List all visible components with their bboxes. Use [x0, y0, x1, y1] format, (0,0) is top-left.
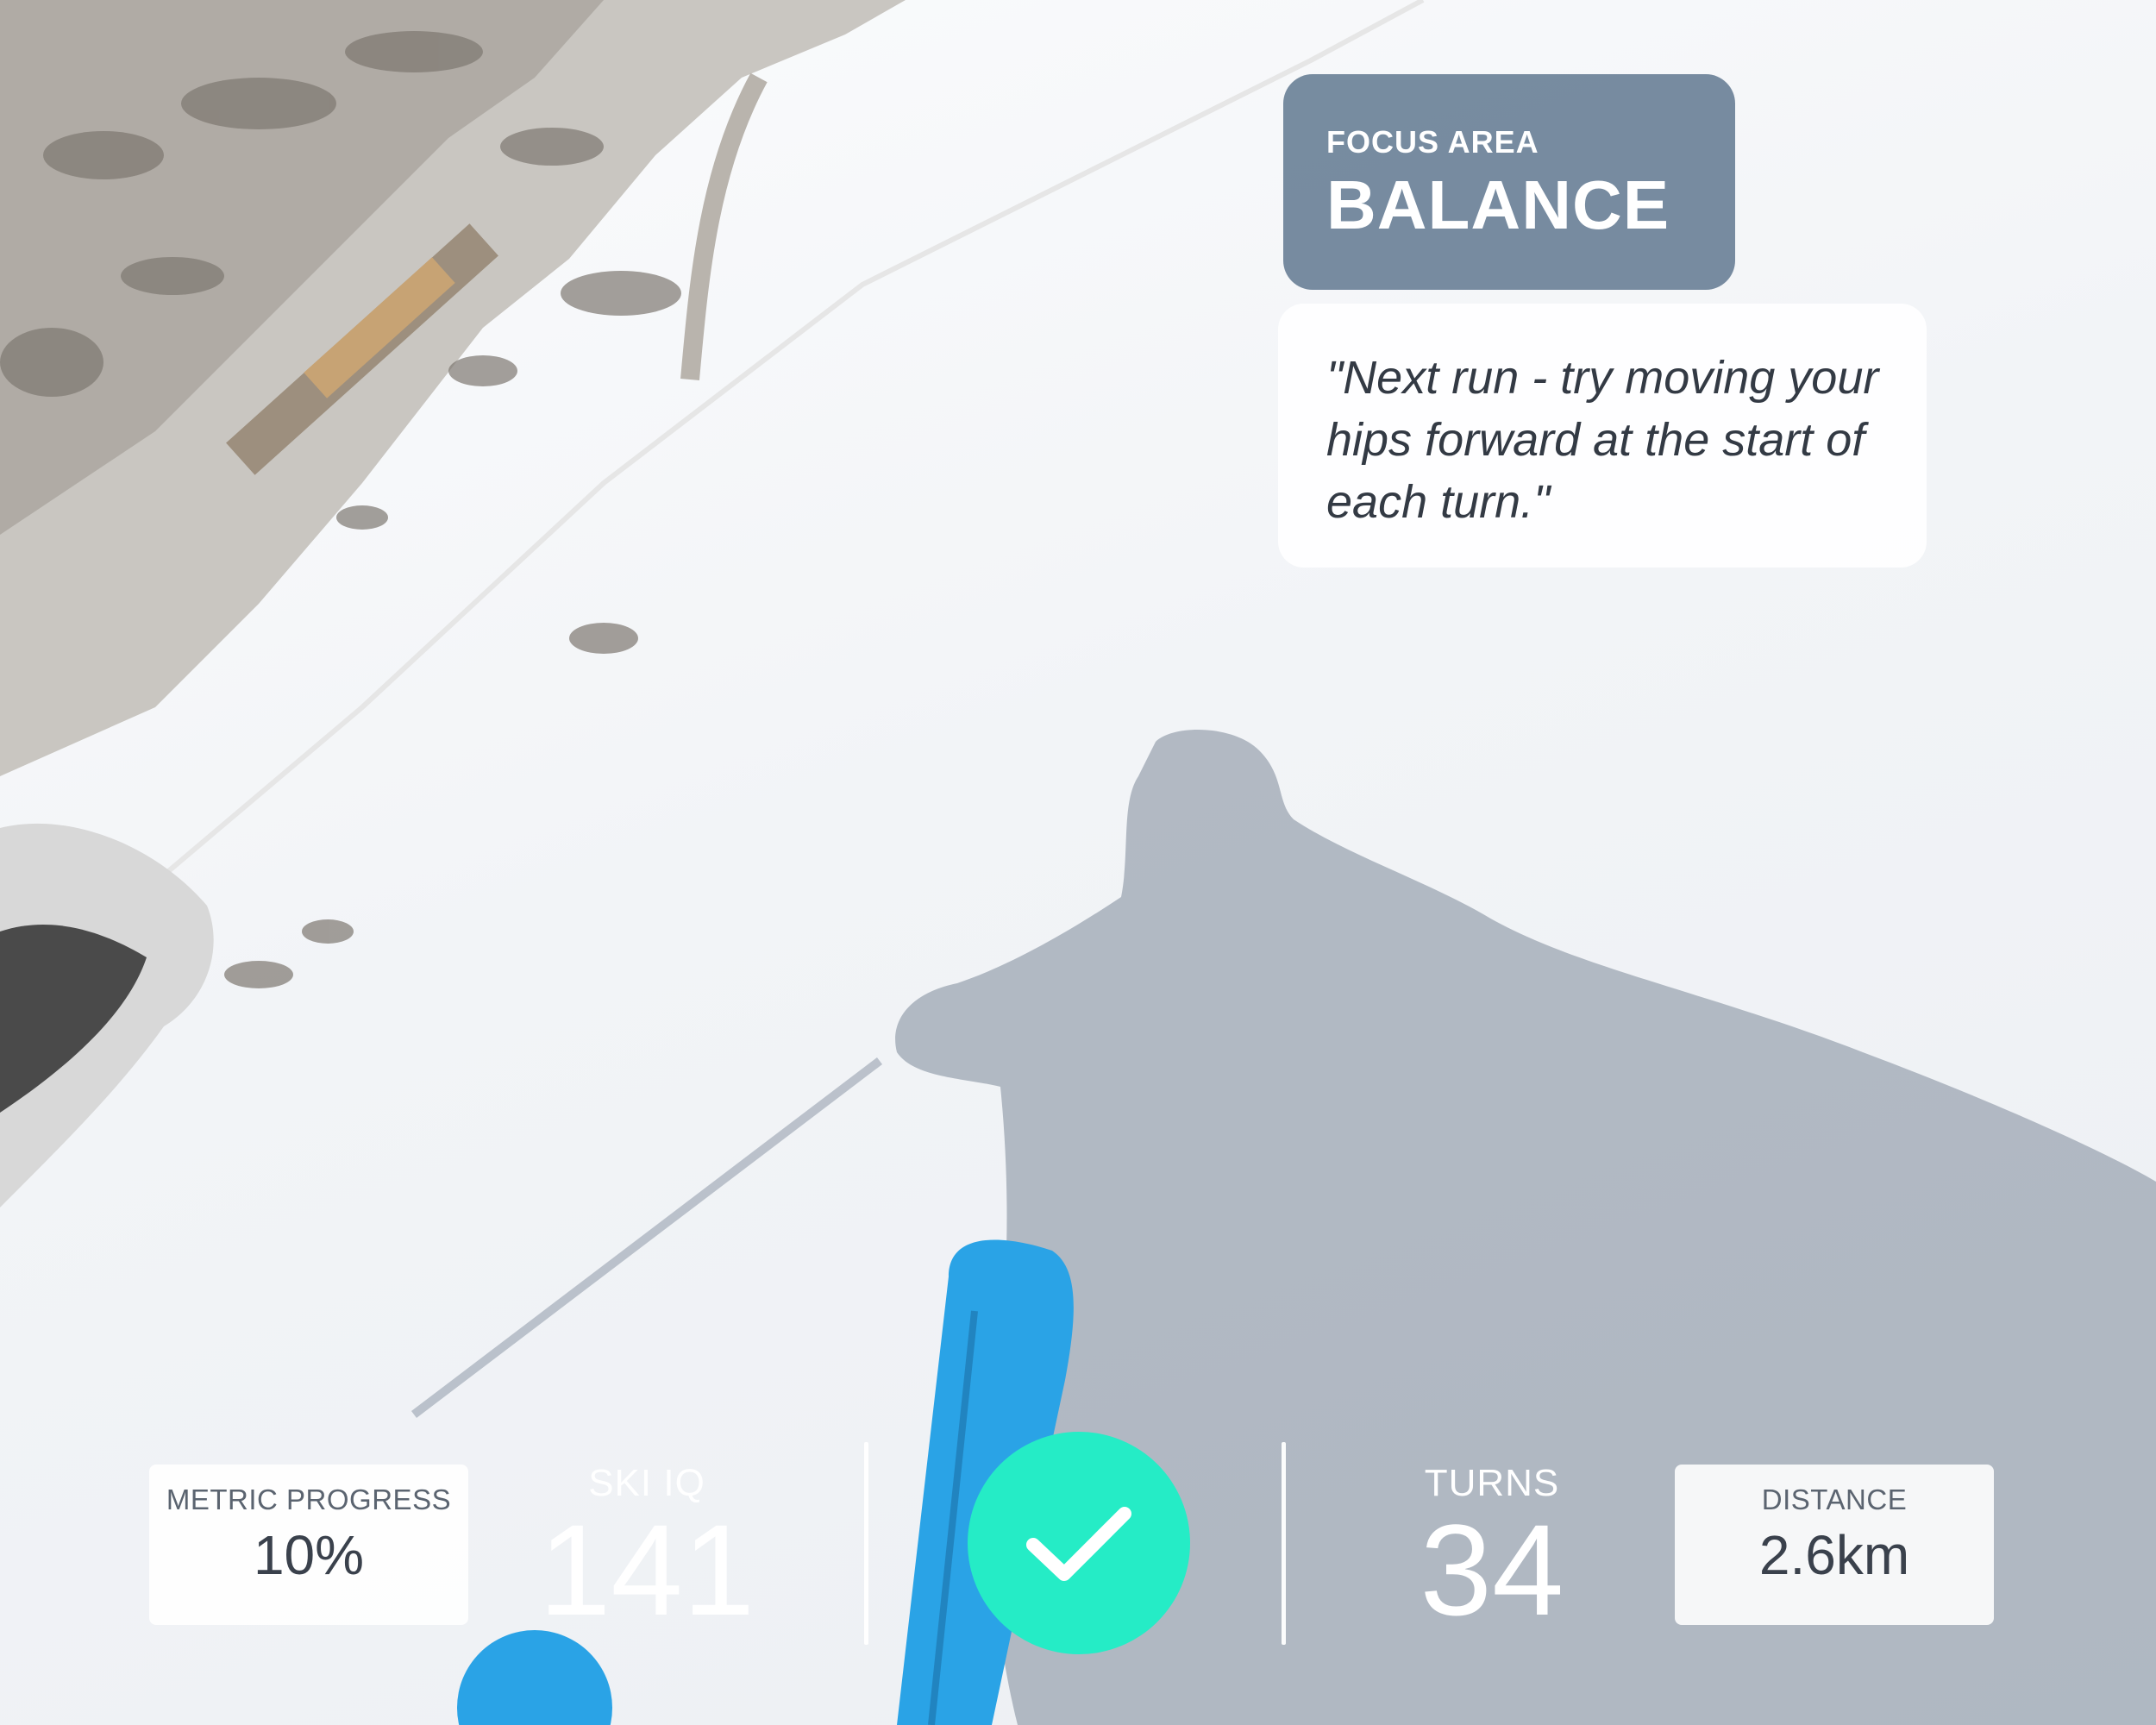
focus-area-value: BALANCE	[1326, 166, 1670, 243]
turns-value: 34	[1420, 1497, 1564, 1642]
distance-value: 2.6km	[1758, 1524, 1910, 1586]
ski-iq-value: 141	[538, 1497, 755, 1642]
metric-progress-box: METRIC PROGRESS 10%	[149, 1465, 468, 1625]
focus-area-card: FOCUS AREA BALANCE	[1283, 74, 1735, 290]
metric-progress-value: 10%	[253, 1524, 365, 1586]
coaching-tip-text: "Next run - try moving your hips forward…	[1326, 352, 1879, 528]
hud-divider-left	[864, 1442, 868, 1645]
focus-area-label: FOCUS AREA	[1326, 124, 1539, 160]
metric-progress-label: METRIC PROGRESS	[166, 1484, 452, 1515]
coaching-tip-card: "Next run - try moving your hips forward…	[1278, 304, 1927, 568]
turns-stat: TURNS 34	[1363, 1462, 1621, 1634]
distance-box: DISTANCE 2.6km	[1675, 1465, 1994, 1625]
ski-iq-stat: SKI IQ 141	[517, 1462, 776, 1634]
ski-tip-left	[457, 1630, 612, 1725]
distance-label: DISTANCE	[1761, 1484, 1908, 1515]
check-icon	[1026, 1507, 1131, 1581]
hud-divider-right	[1282, 1442, 1286, 1645]
confirm-button[interactable]	[968, 1432, 1190, 1654]
